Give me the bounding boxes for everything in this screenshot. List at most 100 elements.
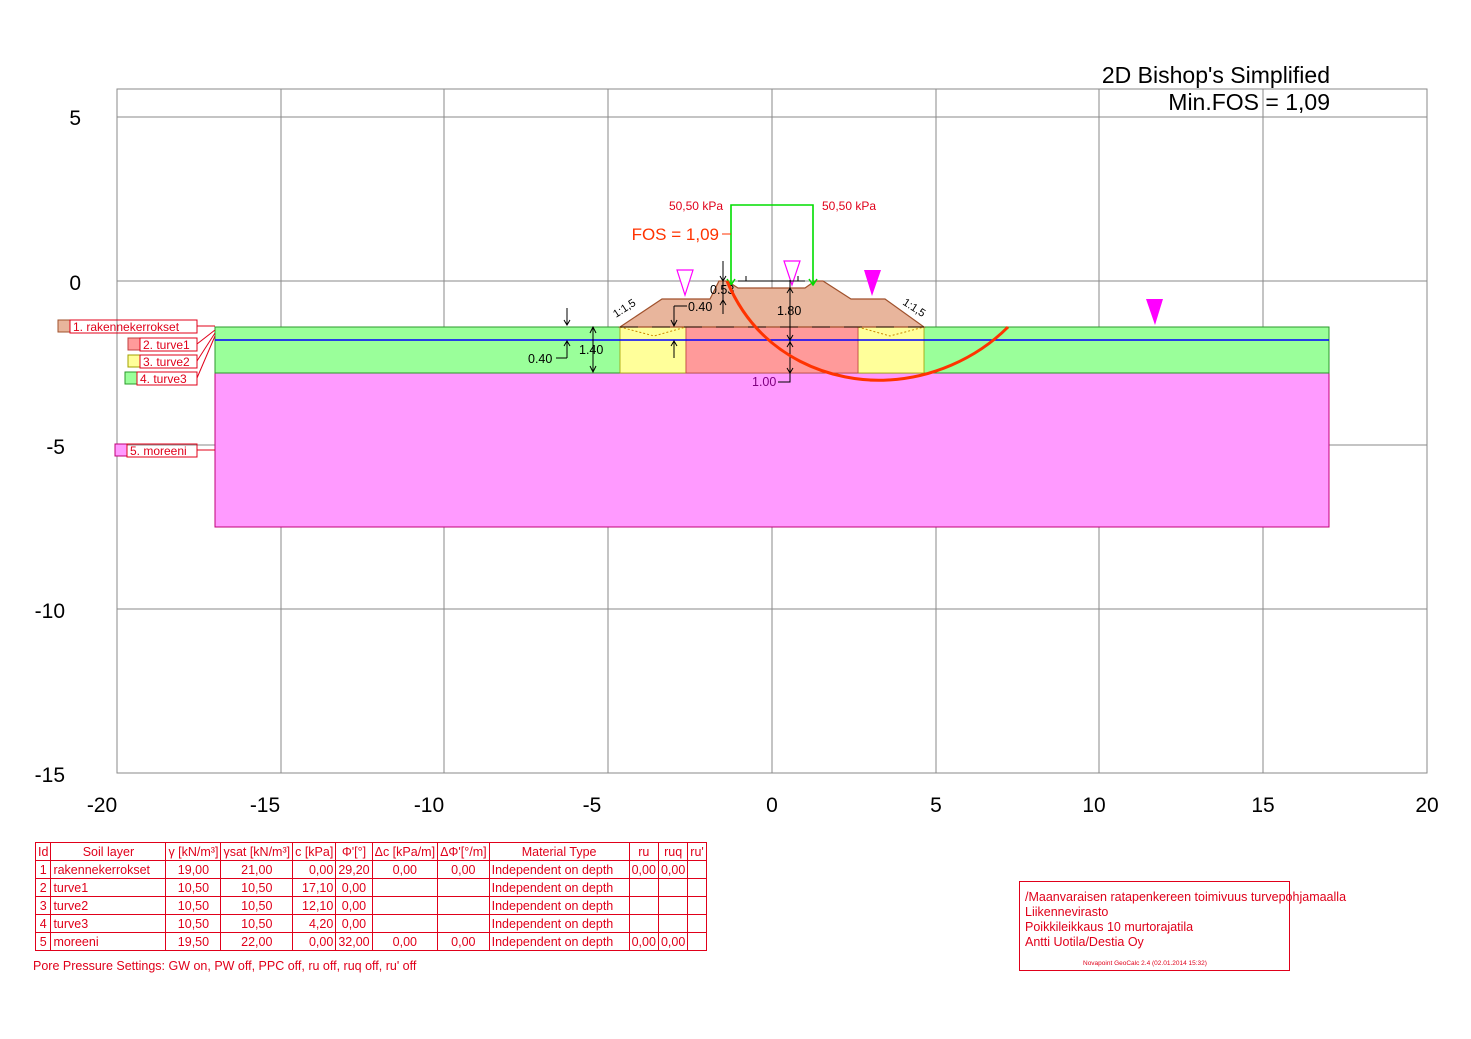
legend-swatch (57, 319, 71, 333)
cell-soil-layer: rakennekerrokset (50, 860, 167, 879)
load-label-right: 50,50 kPa (822, 199, 876, 213)
dim-label: 1.80 (777, 304, 801, 318)
cell-ruq (657, 914, 689, 933)
analysis-method-title: 2D Bishop's Simplified (1102, 62, 1330, 88)
client-name: Liikennevirasto (1025, 905, 1109, 919)
x-tick-label: 0 (766, 794, 778, 817)
cell-phi: 29,20 (335, 860, 373, 879)
cell-ruq (657, 878, 689, 897)
load-label-left: 50,50 kPa (669, 199, 723, 213)
gw-marker-filled-icon (864, 270, 881, 296)
y-tick-label: 5 (69, 107, 81, 130)
layer-turve2-left (619, 326, 687, 374)
header-cell: ru' (687, 842, 707, 861)
cell-ru: 0,00 (628, 932, 659, 951)
layer-legend: 1. rakennekerrokset 2. turve1 3. turve2 … (57, 319, 216, 458)
cell-gamma: 10,50 (165, 896, 222, 915)
cell-ruq: 0,00 (657, 860, 689, 879)
x-tick-label: 5 (930, 794, 942, 817)
header-cell: Material Type (488, 842, 630, 861)
header-cell: γ [kN/m³] (165, 842, 222, 861)
cell-id: 5 (34, 932, 52, 951)
author-name: Antti Uotila/Destia Oy (1025, 935, 1144, 949)
cell-dc (371, 896, 439, 915)
header-cell: ruq (657, 842, 689, 861)
soil-properties-table: Id Soil layer γ [kN/m³] γsat [kN/m³] c [… (34, 842, 707, 951)
cell-ru-prime (687, 860, 707, 879)
cell-phi: 32,00 (335, 932, 373, 951)
gw-marker-outline-icon (676, 269, 694, 297)
y-tick-label: 0 (69, 272, 81, 295)
title-block: /Maanvaraisen ratapenkereen toimivuus tu… (1019, 881, 1346, 971)
cell-ru-prime (687, 878, 707, 897)
cell-ruq: 0,00 (657, 932, 689, 951)
cell-phi: 0,00 (335, 896, 373, 915)
gw-marker-filled-icon (1146, 299, 1163, 325)
cell-material-type: Independent on depth (488, 914, 630, 933)
header-cell: Φ'[°] (335, 842, 373, 861)
layer-moreeni (214, 372, 1330, 528)
cell-soil-layer: turve3 (50, 914, 167, 933)
cell-ru-prime (687, 932, 707, 951)
project-title: /Maanvaraisen ratapenkereen toimivuus tu… (1025, 890, 1347, 904)
dim-label: 0.40 (688, 300, 712, 314)
cell-ru-prime (687, 896, 707, 915)
dim-label: 1.00 (752, 375, 776, 389)
cell-id: 1 (34, 860, 52, 879)
cell-gamma: 19,00 (165, 860, 222, 879)
min-fos-title: Min.FOS = 1,09 (1168, 89, 1330, 115)
cell-soil-layer: turve1 (50, 878, 167, 897)
cell-soil-layer: moreeni (50, 932, 167, 951)
header-cell: γsat [kN/m³] (220, 842, 294, 861)
cell-dc: 0,00 (371, 932, 439, 951)
header-cell: Soil layer (50, 842, 167, 861)
y-tick-label: -5 (46, 436, 65, 459)
legend-label: 4. turve3 (140, 372, 187, 386)
cell-id: 2 (34, 878, 52, 897)
cell-c: 4,20 (292, 914, 337, 933)
cell-dc (371, 878, 439, 897)
legend-label: 2. turve1 (143, 338, 190, 352)
x-tick-label: 20 (1415, 794, 1438, 817)
cell-dphi (437, 878, 490, 897)
cell-id: 4 (34, 914, 52, 933)
table-row: 2 turve1 10,50 10,50 17,10 0,00 Independ… (34, 878, 707, 897)
cell-soil-layer: turve2 (50, 896, 167, 915)
legend-swatch (127, 354, 141, 368)
cell-gamma-sat: 10,50 (220, 896, 294, 915)
cell-ru-prime (687, 914, 707, 933)
x-tick-label: 15 (1251, 794, 1274, 817)
legend-label: 3. turve2 (143, 355, 190, 369)
table-row: 5 moreeni 19,50 22,00 0,00 32,00 0,00 0,… (34, 932, 707, 951)
cell-gamma-sat: 10,50 (220, 914, 294, 933)
table-row: 3 turve2 10,50 10,50 12,10 0,00 Independ… (34, 896, 707, 915)
cell-c: 0,00 (292, 860, 337, 879)
x-tick-label: -15 (250, 794, 280, 817)
legend-swatch (127, 337, 141, 351)
cell-dphi (437, 914, 490, 933)
cell-dphi: 0,00 (437, 860, 490, 879)
cell-ruq (657, 896, 689, 915)
x-tick-label: 10 (1082, 794, 1105, 817)
layer-turve1 (685, 326, 859, 374)
cell-dc: 0,00 (371, 860, 439, 879)
pore-pressure-settings: Pore Pressure Settings: GW on, PW off, P… (33, 959, 417, 973)
cell-dphi (437, 896, 490, 915)
x-tick-label: -10 (414, 794, 444, 817)
cell-gamma: 10,50 (165, 914, 222, 933)
fos-label: FOS = 1,09 (632, 225, 719, 244)
cell-id: 3 (34, 896, 52, 915)
table-row: 1 rakennekerrokset 19,00 21,00 0,00 29,2… (34, 860, 707, 879)
dim-label: 0.40 (528, 352, 552, 366)
cell-material-type: Independent on depth (488, 896, 630, 915)
cell-ru (628, 914, 659, 933)
cell-gamma-sat: 21,00 (220, 860, 294, 879)
cell-dphi: 0,00 (437, 932, 490, 951)
cell-dc (371, 914, 439, 933)
cell-ru: 0,00 (628, 860, 659, 879)
header-cell: ru (628, 842, 659, 861)
table-header-row: Id Soil layer γ [kN/m³] γsat [kN/m³] c [… (34, 842, 707, 861)
y-tick-label: -10 (35, 600, 65, 623)
cell-material-type: Independent on depth (488, 878, 630, 897)
table-row: 4 turve3 10,50 10,50 4,20 0,00 Independe… (34, 914, 707, 933)
